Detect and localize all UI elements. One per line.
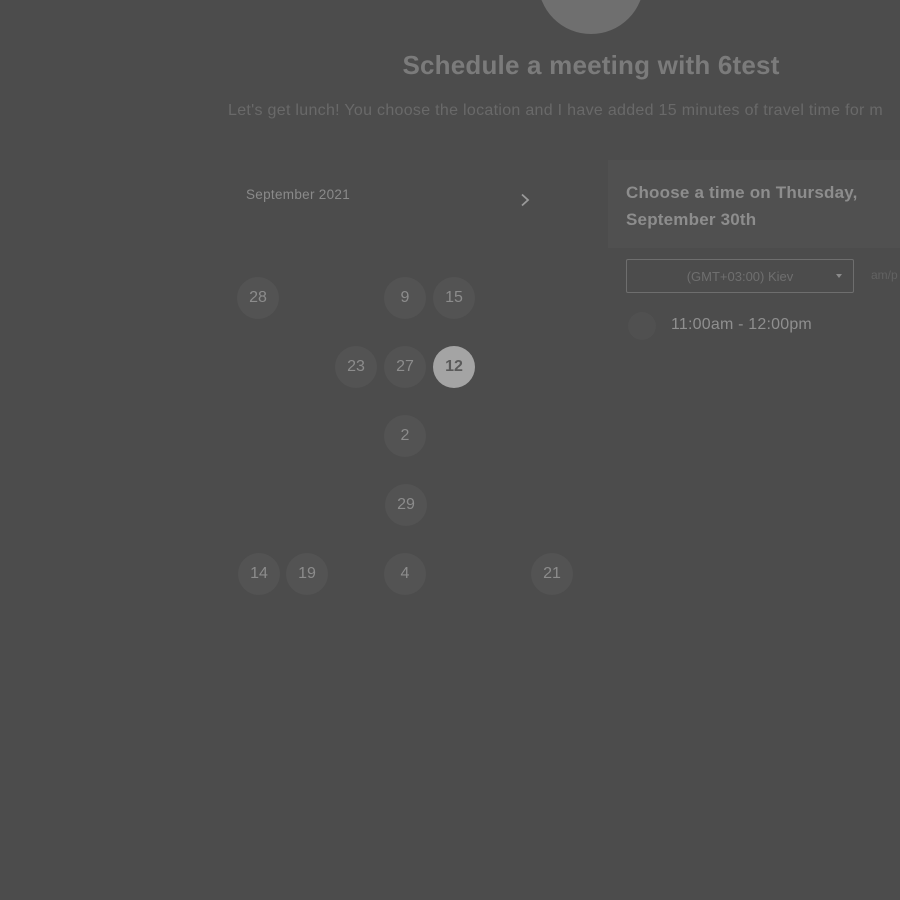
chevron-right-icon bbox=[521, 193, 530, 207]
timezone-value: (GMT+03:00) Kiev bbox=[686, 268, 794, 284]
ampm-toggle[interactable]: am/p bbox=[871, 268, 898, 282]
calendar-day[interactable]: 27 bbox=[384, 346, 426, 388]
next-month-button[interactable] bbox=[513, 188, 537, 212]
calendar-day[interactable]: 9 bbox=[384, 277, 426, 319]
caret-down-icon bbox=[836, 274, 842, 278]
avatar bbox=[538, 0, 644, 34]
calendar-day[interactable]: 29 bbox=[385, 484, 427, 526]
scheduling-page: Schedule a meeting with 6test Let's get … bbox=[0, 0, 900, 900]
timezone-select[interactable]: (GMT+03:00) Kiev bbox=[626, 259, 854, 293]
calendar-day[interactable]: 19 bbox=[286, 553, 328, 595]
meeting-description: Let's get lunch! You choose the location… bbox=[228, 102, 884, 119]
time-slot-radio[interactable] bbox=[628, 312, 656, 340]
calendar-day[interactable]: 28 bbox=[237, 277, 279, 319]
page-title: Schedule a meeting with 6test bbox=[402, 50, 780, 80]
calendar-day-selected[interactable]: 12 bbox=[433, 346, 475, 388]
calendar-day[interactable]: 4 bbox=[384, 553, 426, 595]
calendar-day[interactable]: 14 bbox=[238, 553, 280, 595]
calendar-day[interactable]: 21 bbox=[531, 553, 573, 595]
time-slot-label[interactable]: 11:00am - 12:00pm bbox=[671, 316, 812, 334]
time-panel-title: Choose a time on Thursday, September 30t… bbox=[626, 183, 858, 229]
calendar-day[interactable]: 23 bbox=[335, 346, 377, 388]
calendar-month-label: September 2021 bbox=[246, 187, 351, 202]
calendar-day[interactable]: 2 bbox=[384, 415, 426, 457]
calendar-day[interactable]: 15 bbox=[433, 277, 475, 319]
